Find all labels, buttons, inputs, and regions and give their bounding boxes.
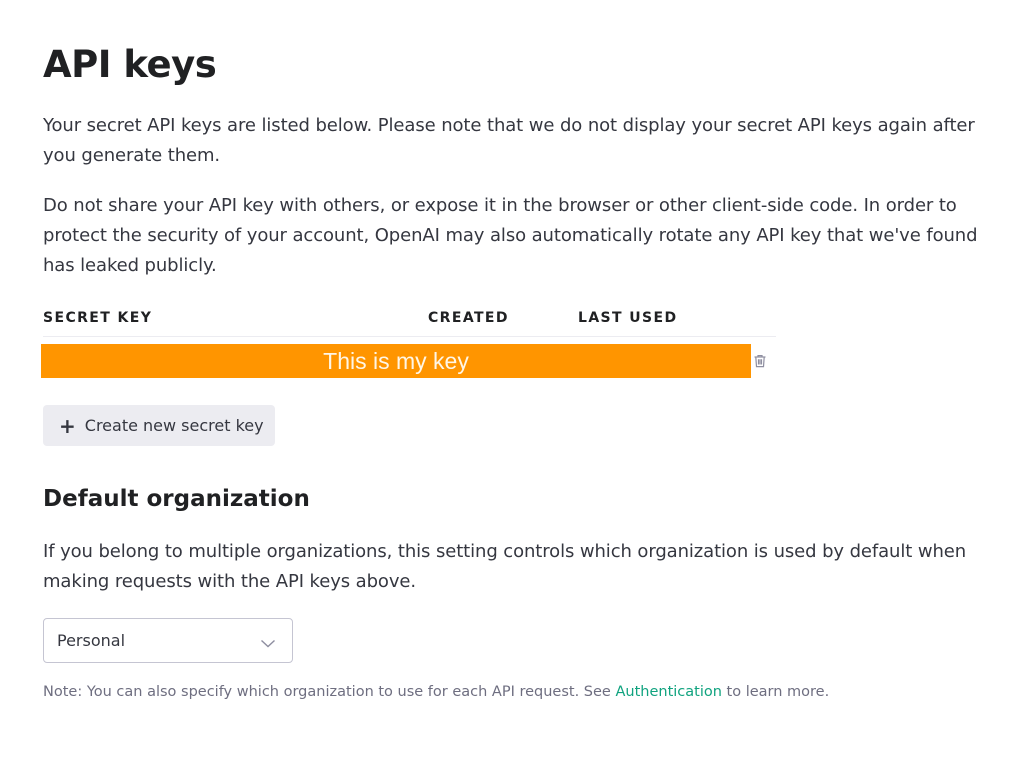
column-header-created: CREATED [428,310,509,326]
table-header-row: SECRET KEY CREATED LAST USED [43,306,776,337]
api-keys-table: SECRET KEY CREATED LAST USED This is my … [41,306,776,383]
organization-select-value: Personal [57,631,126,650]
column-header-last-used: LAST USED [578,310,678,326]
chevron-down-icon [260,634,276,648]
secret-key-cell: This is my key [41,344,751,378]
table-row: This is my key [41,337,776,383]
organization-note: Note: You can also specify which organiz… [43,681,829,703]
default-organization-heading: Default organization [43,486,310,512]
page-title: API keys [43,43,217,86]
intro-paragraph-1: Your secret API keys are listed below. P… [43,115,975,166]
note-prefix: Note: You can also specify which organiz… [43,684,616,700]
create-new-secret-key-button[interactable]: + Create new secret key [43,405,275,446]
api-keys-page: API keys Your secret API keys are listed… [0,0,1025,762]
intro-paragraph-2: Do not share your API key with others, o… [43,195,978,276]
plus-icon: + [59,413,76,438]
organization-select[interactable]: Personal [43,618,293,663]
create-button-label: Create new secret key [84,416,264,435]
authentication-link[interactable]: Authentication [615,684,721,700]
trash-icon[interactable] [752,353,768,369]
default-organization-description: If you belong to multiple organizations,… [43,541,967,592]
column-header-secret-key: SECRET KEY [43,310,153,326]
note-suffix: to learn more. [721,684,830,700]
